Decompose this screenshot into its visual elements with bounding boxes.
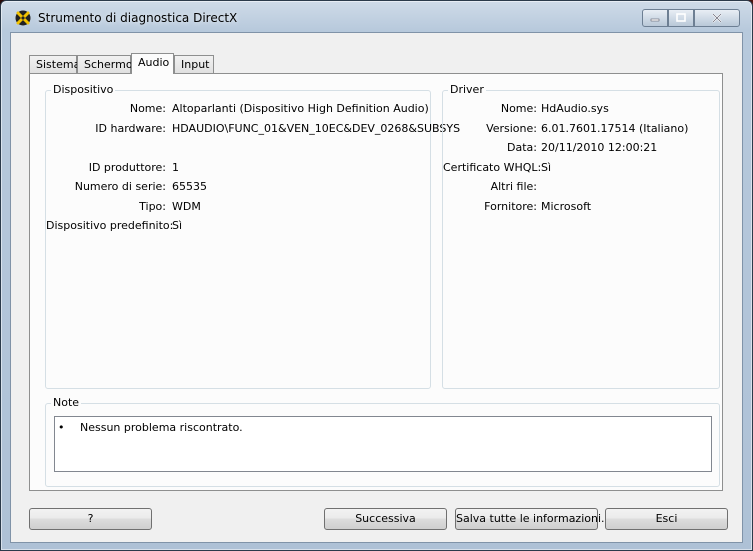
notes-group-label: Note (51, 396, 82, 410)
driver-field-row: Versione: 6.01.7601.17514 (Italiano) (443, 121, 719, 137)
tab-input[interactable]: Input (174, 55, 214, 73)
device-field-row: Dispositivo predefinito: Sì (46, 218, 430, 234)
manufacturer-id-value: 1 (172, 161, 179, 174)
window-title: Strumento di diagnostica DirectX (38, 11, 238, 25)
device-name-value: Altoparlanti (Dispositivo High Definitio… (172, 102, 429, 115)
audio-tab-panel: Dispositivo Nome: Altoparlanti (Disposit… (29, 73, 723, 491)
driver-date-value: 20/11/2010 12:00:21 (541, 141, 658, 154)
device-field-row: ID produttore: 1 (46, 160, 430, 176)
tab-audio[interactable]: Audio (131, 53, 174, 74)
hardware-id-label: ID hardware: (95, 122, 166, 135)
hardware-id-value: HDAUDIO\FUNC_01&VEN_10EC&DEV_0268&SUBSYS (172, 122, 461, 135)
driver-date-label: Data: (507, 141, 537, 154)
driver-version-value: 6.01.7601.17514 (Italiano) (541, 122, 689, 135)
driver-version-label: Versione: (486, 122, 537, 135)
help-button[interactable]: ? (29, 508, 152, 530)
device-field-row: Nome: Altoparlanti (Dispositivo High Def… (46, 101, 430, 117)
close-button[interactable] (694, 9, 740, 27)
manufacturer-id-label: ID produttore: (88, 161, 166, 174)
maximize-button[interactable] (668, 9, 694, 27)
device-field-row: Tipo: WDM (46, 199, 430, 215)
serial-number-label: Numero di serie: (74, 180, 166, 193)
next-page-button[interactable]: Successiva (324, 508, 447, 530)
type-label: Tipo: (139, 200, 166, 213)
driver-group: Driver Nome: HdAudio.sys Versione: 6.01.… (442, 83, 720, 389)
driver-field-row: Certificato WHQL: Sì (443, 160, 719, 176)
driver-field-row: Data: 20/11/2010 12:00:21 (443, 140, 719, 156)
driver-field-row: Altri file: (443, 179, 719, 195)
save-all-info-button[interactable]: Salva tutte le informazioni... (455, 508, 612, 530)
list-item: • Nessun problema riscontrato. (58, 421, 243, 434)
device-field-row: ID hardware: HDAUDIO\FUNC_01&VEN_10EC&DE… (46, 121, 460, 137)
whql-label: Certificato WHQL: (443, 161, 542, 174)
tab-schermo[interactable]: Schermo (77, 55, 133, 73)
device-group-label: Dispositivo (51, 83, 116, 97)
default-device-label: Dispositivo predefinito: (46, 219, 174, 232)
minimize-button[interactable] (642, 9, 668, 27)
dialog-client-area: Sistema Schermo Audio Input Dispositivo … (10, 32, 743, 543)
notes-group: Note • Nessun problema riscontrato. (45, 396, 720, 487)
device-group: Dispositivo Nome: Altoparlanti (Disposit… (45, 83, 460, 389)
default-device-value: Sì (172, 219, 183, 232)
minimize-icon (650, 13, 660, 23)
provider-value: Microsoft (541, 200, 592, 213)
close-icon (711, 13, 723, 23)
driver-name-value: HdAudio.sys (541, 102, 609, 115)
device-name-label: Nome: (129, 102, 166, 115)
bullet-icon: • (58, 421, 65, 434)
driver-field-row: Nome: HdAudio.sys (443, 101, 719, 117)
provider-label: Fornitore: (484, 200, 537, 213)
serial-number-value: 65535 (172, 180, 207, 193)
notes-textbox[interactable]: • Nessun problema riscontrato. (54, 416, 712, 472)
other-files-label: Altri file: (490, 180, 537, 193)
whql-value: Sì (541, 161, 552, 174)
title-bar[interactable]: Strumento di diagnostica DirectX (1, 1, 752, 33)
exit-button[interactable]: Esci (605, 508, 728, 530)
type-value: WDM (172, 200, 201, 213)
driver-name-label: Nome: (500, 102, 537, 115)
dxdiag-window: Strumento di diagnostica DirectX Sistema… (0, 0, 753, 551)
device-field-row: Numero di serie: 65535 (46, 179, 430, 195)
note-text: Nessun problema riscontrato. (80, 421, 243, 434)
driver-field-row: Fornitore: Microsoft (443, 199, 719, 215)
driver-group-label: Driver (448, 83, 486, 97)
directx-icon (15, 10, 31, 26)
maximize-icon (676, 13, 686, 23)
tab-sistema[interactable]: Sistema (29, 55, 80, 73)
